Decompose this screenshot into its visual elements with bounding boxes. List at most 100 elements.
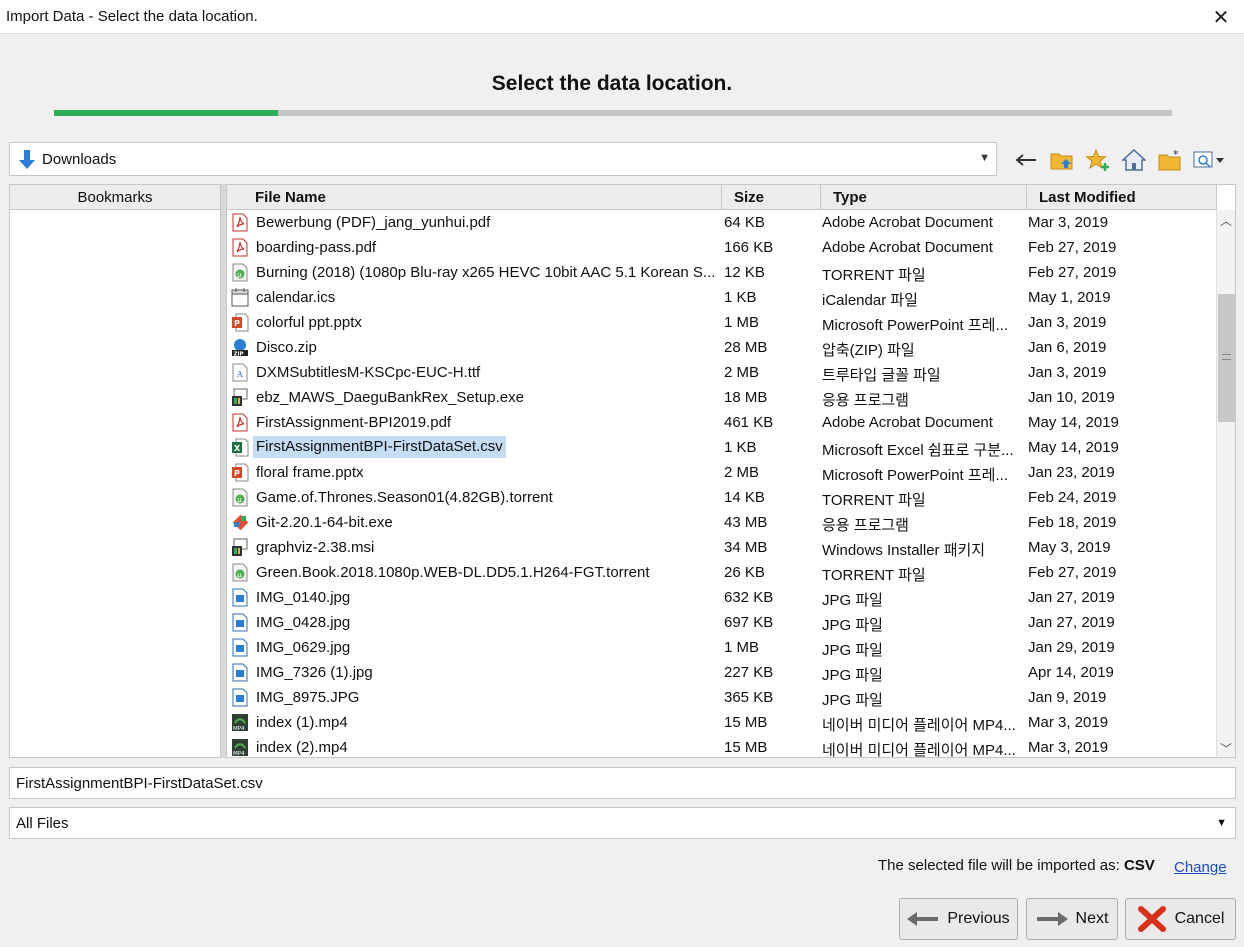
location-dropdown[interactable]: Downloads ▼ [9,142,997,176]
file-name: FirstAssignment-BPI2019.pdf [256,414,452,431]
image-file-icon [231,663,249,682]
vertical-scrollbar[interactable]: ︿ ﹀ [1216,210,1235,757]
pptx-file-icon: P [231,463,249,482]
font-file-icon: A [231,363,249,382]
import-format-value: CSV [1123,857,1155,874]
home-icon[interactable] [1120,146,1148,174]
file-row[interactable]: calendar.ics 1 KB iCalendar 파일 May 1, 2019 [227,285,1217,310]
file-modified: May 14, 2019 [1028,439,1119,456]
file-type: Adobe Acrobat Document [822,214,993,231]
image-file-icon [231,613,249,632]
scroll-thumb[interactable] [1218,294,1235,422]
file-type: 네이버 미디어 플레이어 MP4... [822,717,1016,734]
change-format-link[interactable]: Change [1174,859,1227,876]
file-modified: Feb 27, 2019 [1028,239,1117,256]
torrent-file-icon: μ [231,563,249,582]
svg-text:μ: μ [237,271,242,279]
file-row[interactable]: ZIP Disco.zip 28 MB 압축(ZIP) 파일 Jan 6, 2019 [227,335,1217,360]
file-row[interactable]: μ Green.Book.2018.1080p.WEB-DL.DD5.1.H264… [227,560,1217,585]
file-list: File Name Size Type Last Modified Bewerb… [226,184,1236,758]
file-type: JPG 파일 [822,617,883,634]
column-file-name[interactable]: File Name [227,185,722,210]
svg-text:μ: μ [237,571,242,579]
favorites-star-icon[interactable] [1084,146,1112,174]
file-row[interactable]: MP4 index (1).mp4 15 MB 네이버 미디어 플레이어 MP4...… [227,710,1217,735]
file-row[interactable]: graphviz-2.38.msi 34 MB Windows Installer … [227,535,1217,560]
file-type-filter[interactable]: All Files ▼ [9,807,1236,839]
file-row[interactable]: MP4 index (2).mp4 15 MB 네이버 미디어 플레이어 MP4...… [227,735,1217,758]
column-type[interactable]: Type [821,185,1027,210]
file-name: IMG_0629.jpg [256,639,351,656]
file-type: JPG 파일 [822,592,883,609]
view-options-icon[interactable] [1192,146,1228,174]
file-modified: Jan 3, 2019 [1028,364,1107,381]
file-row[interactable]: boarding-pass.pdf 166 KB Adobe Acrobat Doc… [227,235,1217,260]
scroll-down-icon[interactable]: ﹀ [1217,738,1235,757]
file-type: 네이버 미디어 플레이어 MP4... [822,742,1016,758]
file-size: 2 MB [724,364,760,381]
file-row[interactable]: Git-2.20.1-64-bit.exe 43 MB 응용 프로그램 Feb 18,… [227,510,1217,535]
column-size[interactable]: Size [722,185,821,210]
csv-file-icon: X [231,438,249,457]
file-type: 응용 프로그램 [822,517,909,534]
new-folder-icon[interactable]: * [1156,146,1184,174]
filter-label: All Files [16,815,69,832]
next-label: Next [1075,910,1109,927]
file-name: DXMSubtitlesM-KSCpc-EUC-H.ttf [256,364,481,381]
scroll-up-icon[interactable]: ︿ [1217,210,1235,230]
file-size: 166 KB [724,239,774,256]
image-file-icon [231,638,249,657]
file-row[interactable]: IMG_0428.jpg 697 KB JPG 파일 Jan 27, 2019 [227,610,1217,635]
installer-file-icon [231,388,249,407]
pptx-file-icon: P [231,313,249,332]
cancel-button[interactable]: Cancel [1125,898,1236,940]
file-row[interactable]: FirstAssignment-BPI2019.pdf 461 KB Adobe A… [227,410,1217,435]
file-modified: Jan 10, 2019 [1028,389,1115,406]
back-arrow-icon[interactable] [1012,146,1040,174]
file-row[interactable]: A DXMSubtitlesM-KSCpc-EUC-H.ttf 2 MB 트루타입 글… [227,360,1217,385]
file-type: 압축(ZIP) 파일 [822,342,915,359]
previous-button[interactable]: Previous [899,898,1018,940]
chevron-down-icon: ▼ [979,152,990,164]
file-name: Disco.zip [256,339,317,356]
image-file-icon [231,588,249,607]
file-row[interactable]: Bewerbung (PDF)_jang_yunhui.pdf 64 KB Adob… [227,210,1217,235]
file-type: TORRENT 파일 [822,492,926,509]
file-type: Microsoft PowerPoint 프레... [822,317,1008,334]
file-row[interactable]: IMG_0629.jpg 1 MB JPG 파일 Jan 29, 2019 [227,635,1217,660]
file-modified: Jan 27, 2019 [1028,589,1115,606]
mp4-file-icon: MP4 [231,713,249,732]
file-type: Microsoft Excel 쉼표로 구분... [822,442,1014,459]
file-row[interactable]: μ Burning (2018) (1080p Blu-ray x265 HEVC… [227,260,1217,285]
file-row[interactable]: IMG_8975.JPG 365 KB JPG 파일 Jan 9, 2019 [227,685,1217,710]
file-row[interactable]: X FirstAssignmentBPI-FirstDataSet.csv 1 KB… [227,435,1217,460]
file-row[interactable]: Pcolorful ppt.pptx 1 MB Microsoft PowerPoi… [227,310,1217,335]
zip-file-icon: ZIP [231,338,249,357]
file-row[interactable]: ebz_MAWS_DaeguBankRex_Setup.exe 18 MB 응용 프… [227,385,1217,410]
column-last-modified[interactable]: Last Modified [1027,185,1217,210]
mp4-file-icon: MP4 [231,738,249,757]
file-modified: Feb 24, 2019 [1028,489,1117,506]
close-icon[interactable]: ✕ [1198,0,1244,34]
file-toolbar: * [1012,146,1228,174]
previous-label: Previous [947,910,1010,927]
file-name: calendar.ics [256,289,336,306]
folder-up-icon[interactable] [1048,146,1076,174]
file-row[interactable]: μ Game.of.Thrones.Season01(4.82GB).torren… [227,485,1217,510]
file-name: IMG_8975.JPG [256,689,360,706]
file-modified: May 3, 2019 [1028,539,1111,556]
file-size: 227 KB [724,664,774,681]
file-list-header: File Name Size Type Last Modified [227,185,1217,210]
file-name: FirstAssignmentBPI-FirstDataSet.csv [253,436,506,458]
file-type: TORRENT 파일 [822,567,926,584]
file-size: 15 MB [724,739,768,756]
file-modified: Jan 29, 2019 [1028,639,1115,656]
git-file-icon [231,513,249,532]
file-row[interactable]: IMG_0140.jpg 632 KB JPG 파일 Jan 27, 2019 [227,585,1217,610]
file-row[interactable]: IMG_7326 (1).jpg 227 KB JPG 파일 Apr 14, 2019 [227,660,1217,685]
file-name: Bewerbung (PDF)_jang_yunhui.pdf [256,214,491,231]
file-row[interactable]: Pfloral frame.pptx 2 MB Microsoft PowerPoi… [227,460,1217,485]
file-name-field[interactable]: FirstAssignmentBPI-FirstDataSet.csv [9,767,1236,799]
file-size: 2 MB [724,464,760,481]
next-button[interactable]: Next [1026,898,1118,940]
